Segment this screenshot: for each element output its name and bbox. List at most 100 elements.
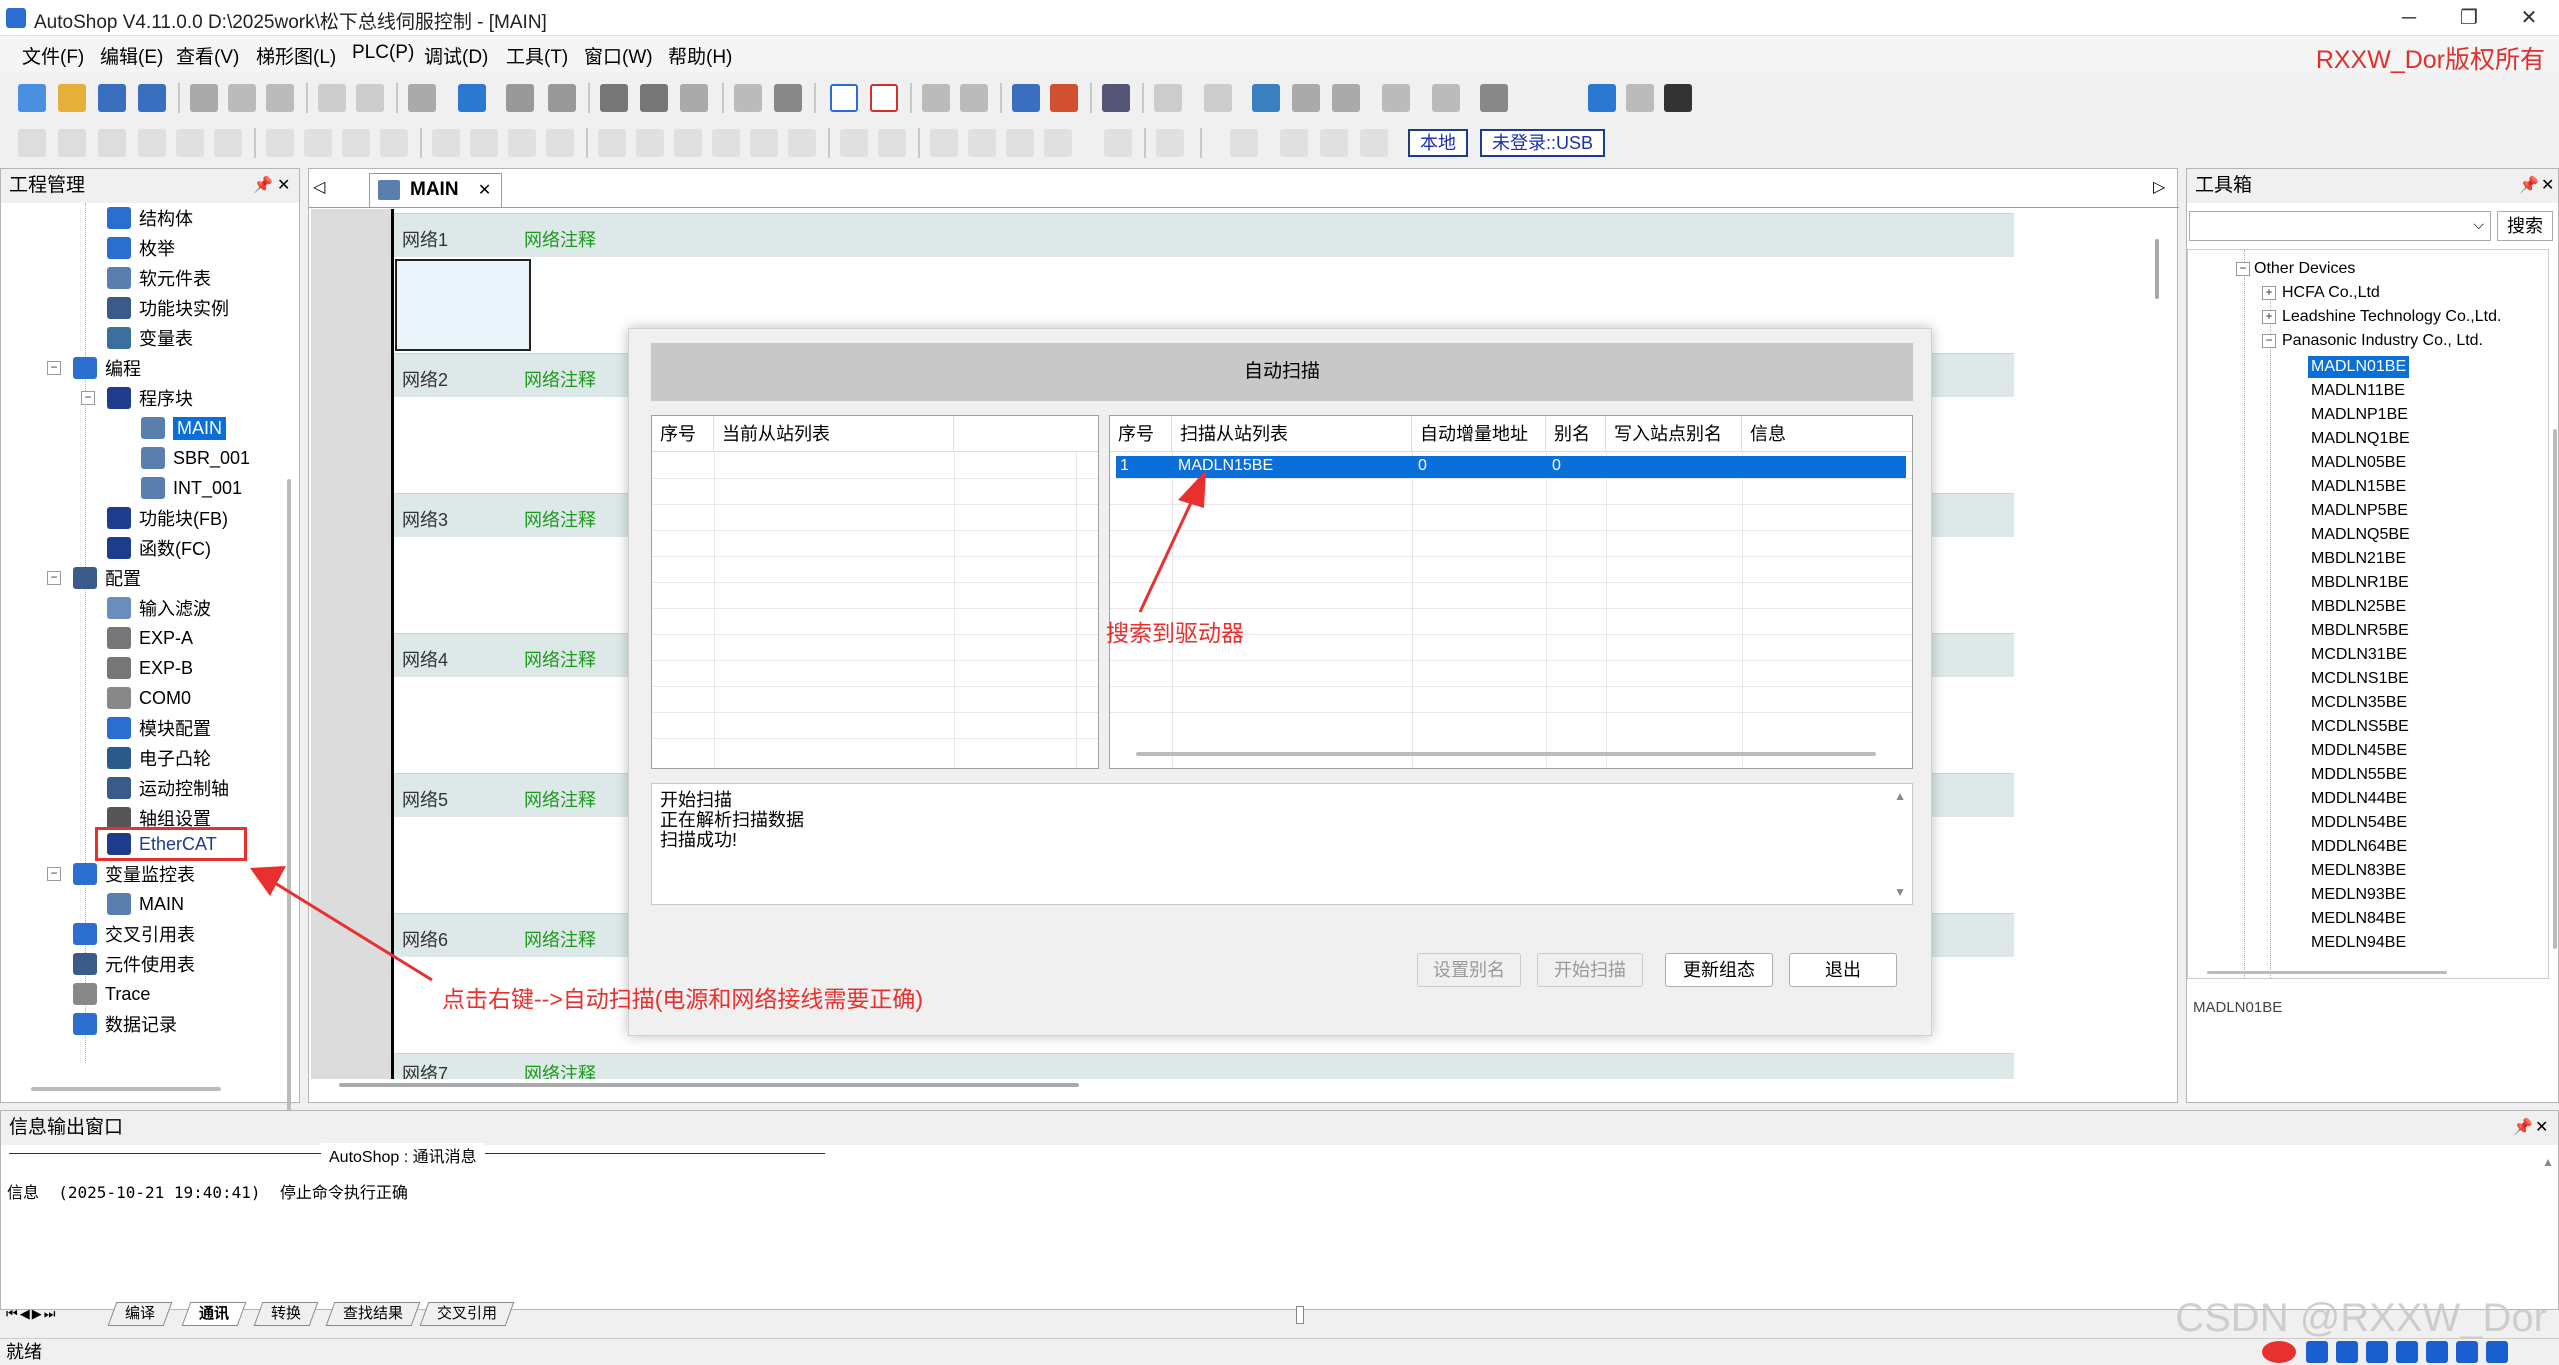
tab-cross-reference[interactable]: 交叉引用 (419, 1302, 515, 1326)
tree-item-device[interactable]: MADLNQ1BE (2308, 428, 2413, 450)
tree-item-device[interactable]: MADLNP1BE (2308, 404, 2411, 426)
expander-vendor[interactable]: + (2262, 310, 2276, 324)
cut-icon[interactable] (190, 84, 218, 112)
comment-icon[interactable] (1104, 129, 1132, 157)
tab-nav-arrows[interactable]: ⏮◀▶⏭ (6, 1306, 57, 1322)
open-folder-icon[interactable] (58, 84, 86, 112)
tree-item-fb-instance[interactable]: 功能块实例 (107, 293, 229, 323)
network-comment[interactable]: 网络注释 (524, 506, 596, 532)
ime-punct-icon[interactable] (2336, 1341, 2358, 1363)
coil-negated-icon[interactable] (214, 129, 242, 157)
delete-hline-icon[interactable] (1230, 129, 1258, 157)
tree-item-program-block[interactable]: 程序块 (107, 383, 193, 413)
device-filter-select[interactable]: ⌵ (2189, 211, 2491, 241)
window-arrange-icon[interactable] (680, 84, 708, 112)
tree-item-device[interactable]: MADLN11BE (2308, 380, 2408, 402)
tree-item-vendor-leadshine[interactable]: Leadshine Technology Co.,Ltd. (2282, 306, 2501, 328)
contact-closed-parallel-icon[interactable] (380, 129, 408, 157)
menu-window[interactable]: 窗口(W) (584, 42, 653, 69)
tab-scroll-right-icon[interactable]: ▷ (2153, 173, 2173, 203)
force-icon[interactable] (1154, 84, 1182, 112)
vline-icon[interactable] (470, 129, 498, 157)
tab-close-icon[interactable]: ✕ (478, 182, 491, 199)
tree-item-usage[interactable]: 元件使用表 (73, 949, 195, 979)
login-icon[interactable] (1588, 84, 1616, 112)
tab-find-results[interactable]: 查找结果 (325, 1302, 421, 1326)
tree-item-device[interactable]: MEDLN94BE (2308, 932, 2409, 954)
network-comment[interactable]: 网络注释 (524, 786, 596, 812)
tree-item-device[interactable]: MADLNQ5BE (2308, 524, 2413, 546)
pulse-icon[interactable] (674, 129, 702, 157)
tree-item-watch-table[interactable]: 变量监控表 (73, 859, 195, 889)
tree-item-ethercat[interactable]: EtherCAT (107, 829, 217, 859)
tree-item-fc[interactable]: 函数(FC) (107, 533, 211, 563)
tree-item-device[interactable]: MDDLN44BE (2308, 788, 2410, 810)
login-status-button[interactable]: 未登录::USB (1480, 129, 1606, 157)
tab-communication[interactable]: 通讯 (181, 1302, 247, 1326)
stop-icon[interactable] (870, 84, 898, 112)
tree-item-struct[interactable]: 结构体 (107, 203, 193, 233)
expander-vendor[interactable]: + (2262, 286, 2276, 300)
rising-edge-icon[interactable] (598, 129, 626, 157)
save-all-icon[interactable] (138, 84, 166, 112)
network-1[interactable]: 网络1 网络注释 (394, 213, 2014, 257)
print-preview-icon[interactable] (506, 84, 534, 112)
tree-item-device[interactable]: MDDLN45BE (2308, 740, 2410, 762)
tree-item-com0[interactable]: COM0 (107, 683, 191, 713)
toolbox-vscrollbar[interactable] (2553, 429, 2557, 949)
arrow-up-icon[interactable] (1320, 129, 1348, 157)
save-icon[interactable] (98, 84, 126, 112)
tree-item-input-filter[interactable]: 输入滤波 (107, 593, 211, 623)
scroll-down-icon[interactable]: ▼ (1894, 882, 1906, 902)
tree-item-device[interactable]: MCDLNS1BE (2308, 668, 2412, 690)
hline-icon[interactable] (432, 129, 460, 157)
ime-mode-icon[interactable] (2306, 1341, 2328, 1363)
func-call-icon[interactable] (878, 129, 906, 157)
contact-no-icon[interactable] (138, 129, 166, 157)
search-button[interactable]: 搜索 (2497, 211, 2553, 241)
menu-ladder[interactable]: 梯形图(L) (256, 42, 336, 69)
tree-item-config[interactable]: 配置 (73, 563, 141, 593)
network-comment[interactable]: 网络注释 (524, 226, 596, 252)
tree-item-module-config[interactable]: 模块配置 (107, 713, 211, 743)
tree-item-device[interactable]: MCDLN31BE (2308, 644, 2410, 666)
tree-item-device[interactable]: MEDLN83BE (2308, 860, 2409, 882)
pin-icon[interactable]: 📌 (2519, 169, 2539, 203)
compile-icon[interactable] (734, 84, 762, 112)
plc-icon[interactable] (922, 84, 950, 112)
falling-edge-icon[interactable] (636, 129, 664, 157)
set-alias-button[interactable]: 设置别名 (1417, 953, 1521, 987)
contact-compare-icon[interactable] (750, 129, 778, 157)
current-slave-table[interactable]: 序号 当前从站列表 (651, 415, 1099, 769)
tree-item-device[interactable]: MADLNP5BE (2308, 500, 2411, 522)
network-7[interactable]: 网络7 网络注释 (394, 1053, 2014, 1079)
network-delete-icon[interactable] (1432, 84, 1460, 112)
tree-item-device[interactable]: MCDLN35BE (2308, 692, 2410, 714)
tree-item-device[interactable]: MDDLN55BE (2308, 764, 2410, 786)
network-comment[interactable]: 网络注释 (524, 366, 596, 392)
network-comment[interactable]: 网络注释 (524, 1060, 596, 1079)
tab-convert[interactable]: 转换 (253, 1302, 319, 1326)
maximize-button[interactable]: ❐ (2439, 0, 2499, 36)
tree-item-data-record[interactable]: 数据记录 (73, 1009, 177, 1039)
editor-vscrollbar[interactable] (2155, 239, 2159, 299)
start-scan-button[interactable]: 开始扫描 (1537, 953, 1643, 987)
print-icon[interactable] (548, 84, 576, 112)
grid-icon[interactable] (1332, 84, 1360, 112)
microphone-icon[interactable] (2396, 1341, 2418, 1363)
splitter-handle[interactable] (1296, 1306, 1304, 1324)
menu-help[interactable]: 帮助(H) (668, 42, 732, 69)
expander-watch[interactable]: − (47, 867, 61, 881)
network-insert-icon[interactable] (1382, 84, 1410, 112)
tree-item-device[interactable]: MBDLN21BE (2308, 548, 2409, 570)
project-vscrollbar[interactable] (287, 479, 291, 1219)
menu-tools[interactable]: 工具(T) (506, 42, 568, 69)
keyboard-icon[interactable] (2426, 1341, 2448, 1363)
contact-open-icon[interactable] (266, 129, 294, 157)
scroll-up-icon[interactable]: ▲ (2542, 1155, 2554, 1169)
tree-item-device[interactable]: MADLN05BE (2308, 452, 2409, 474)
update-config-button[interactable]: 更新组态 (1665, 953, 1773, 987)
expander-programming[interactable]: − (47, 361, 61, 375)
tab-main[interactable]: MAIN ✕ (369, 173, 503, 207)
tree-item-int001[interactable]: INT_001 (141, 473, 242, 503)
